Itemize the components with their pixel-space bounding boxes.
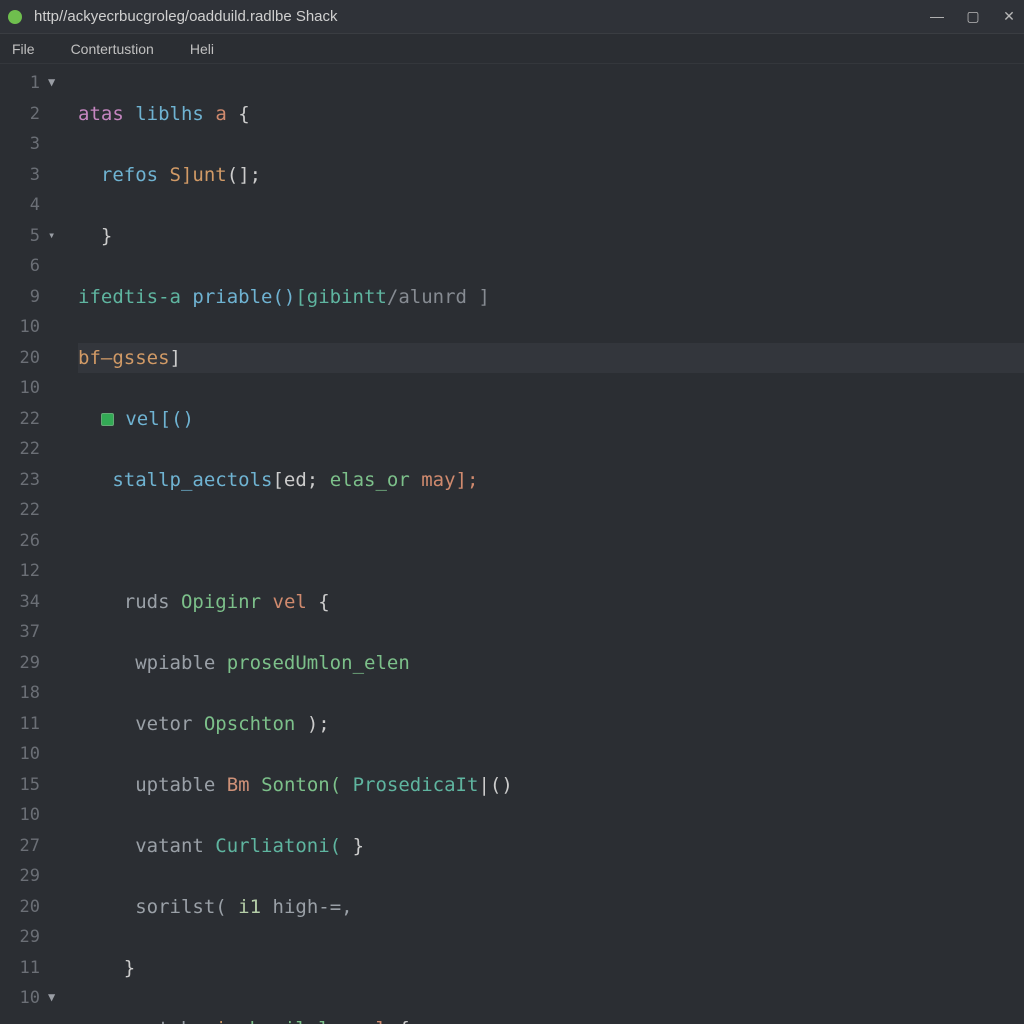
fold-toggle[interactable]: ▼ [48, 68, 78, 99]
line-number: 27 [0, 831, 40, 862]
code-line[interactable]: bf—gsses] [78, 343, 1024, 374]
code-line[interactable]: ruds Opiginr vel { [78, 587, 1024, 618]
line-number: 18 [0, 678, 40, 709]
line-number: 2 [0, 99, 40, 130]
minimize-button[interactable]: — [930, 8, 944, 25]
code-line[interactable]: uptable Bm Sonton( ProsedicaIt|() [78, 770, 1024, 801]
line-number: 10 [0, 739, 40, 770]
line-number: 22 [0, 404, 40, 435]
line-number: 4 [0, 190, 40, 221]
code-line[interactable]: atas liblhs a { [78, 99, 1024, 130]
code-line[interactable]: wpiable prosedUmlon_elen [78, 648, 1024, 679]
code-line[interactable]: vatant Curliatoni( } [78, 831, 1024, 862]
menubar: File Contertustion Heli [0, 34, 1024, 64]
line-number: 6 [0, 251, 40, 282]
code-editor[interactable]: 1 2 3 3 4 5 6 9 10 20 10 22 22 23 22 26 … [0, 64, 1024, 1024]
line-number: 22 [0, 495, 40, 526]
line-number: 1 [0, 68, 40, 99]
line-number: 11 [0, 953, 40, 984]
titlebar-url: http//ackyecrbucgroleg/oadduild.radlbe S… [34, 8, 930, 25]
line-number: 9 [0, 282, 40, 313]
line-number: 26 [0, 526, 40, 557]
menu-contribution[interactable]: Contertustion [65, 39, 160, 59]
line-number: 23 [0, 465, 40, 496]
code-line[interactable]: vetor Opschton ); [78, 709, 1024, 740]
line-number: 22 [0, 434, 40, 465]
titlebar: http//ackyecrbucgroleg/oadduild.radlbe S… [0, 0, 1024, 34]
code-line[interactable]: } [78, 953, 1024, 984]
line-number: 29 [0, 648, 40, 679]
line-number: 20 [0, 892, 40, 923]
code-line[interactable]: stallp_aectols[ed; elas_or may]; [78, 465, 1024, 496]
chevron-down-icon: ▼ [48, 982, 55, 1013]
code-area[interactable]: atas liblhs a { refos S]unt(]; } ifedtis… [78, 64, 1024, 1024]
line-number: 29 [0, 861, 40, 892]
menu-file[interactable]: File [6, 39, 41, 59]
line-number: 10 [0, 312, 40, 343]
line-number: 20 [0, 343, 40, 374]
line-number-gutter: 1 2 3 3 4 5 6 9 10 20 10 22 22 23 22 26 … [0, 64, 48, 1024]
line-number: 10 [0, 373, 40, 404]
code-line[interactable]: sotube ip bavilpleu al { [78, 1014, 1024, 1024]
menu-help[interactable]: Heli [184, 39, 220, 59]
line-number: 12 [0, 556, 40, 587]
line-number: 34 [0, 587, 40, 618]
code-line[interactable]: ifedtis-a priable()[gibintt/alunrd ] [78, 282, 1024, 313]
fold-toggle[interactable]: ▼ [48, 983, 78, 1014]
fold-gutter: ▼ ▾ [48, 64, 78, 1024]
line-number: 10 [0, 800, 40, 831]
chevron-down-icon: ▼ [48, 67, 55, 98]
line-number: 37 [0, 617, 40, 648]
maximize-button[interactable]: ▢ [966, 8, 980, 25]
code-line[interactable]: refos S]unt(]; [78, 160, 1024, 191]
line-number: 15 [0, 770, 40, 801]
app-icon [8, 10, 22, 24]
code-line[interactable] [78, 526, 1024, 557]
line-number: 3 [0, 129, 40, 160]
fold-toggle[interactable]: ▾ [48, 221, 78, 252]
code-line[interactable]: } [78, 221, 1024, 252]
line-number: 10 [0, 983, 40, 1014]
chevron-down-icon: ▾ [48, 220, 55, 251]
line-number: 29 [0, 922, 40, 953]
line-number: 11 [0, 709, 40, 740]
inline-box-icon [101, 413, 114, 426]
line-number: 5 [0, 221, 40, 252]
code-line[interactable]: vel[() [78, 404, 1024, 435]
window-controls: — ▢ ✕ [930, 8, 1016, 25]
line-number: 3 [0, 160, 40, 191]
close-button[interactable]: ✕ [1002, 8, 1016, 25]
app-window: http//ackyecrbucgroleg/oadduild.radlbe S… [0, 0, 1024, 1024]
code-line[interactable]: sorilst( i1 high-=, [78, 892, 1024, 923]
